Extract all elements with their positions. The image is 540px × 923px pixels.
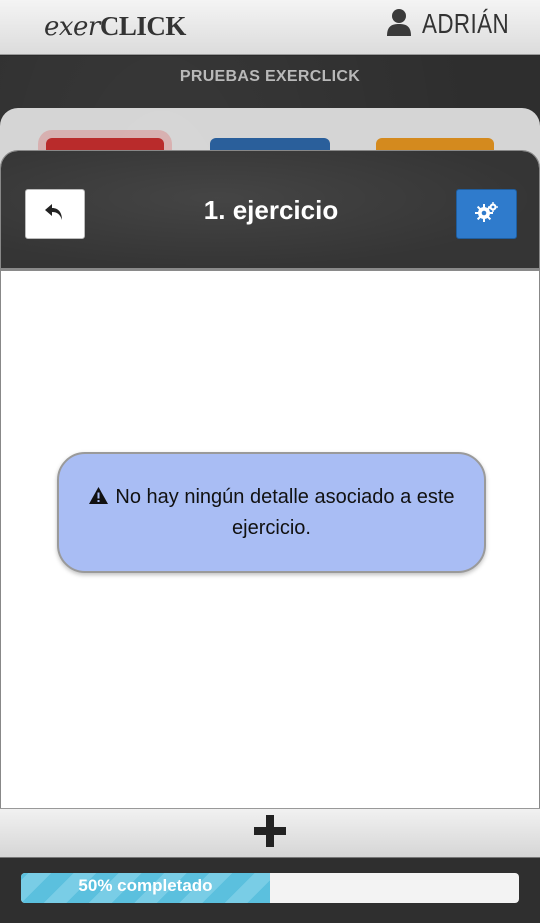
user-icon: [386, 8, 412, 40]
top-bar: exerCLICK ADRIÁN: [0, 0, 540, 55]
progress-bar: 50% completado: [21, 873, 519, 903]
exercise-panel: 1. ejercicio No hay ningún detalle asoci…: [0, 150, 540, 810]
page-subtitle: PRUEBAS EXERCLICK: [179, 68, 361, 85]
plus-icon: [253, 814, 287, 852]
user-name: ADRIÁN: [422, 8, 510, 39]
add-exercise-button[interactable]: [0, 808, 540, 858]
progress-area: 50% completado: [0, 859, 540, 923]
logo-part-1: exer: [44, 12, 100, 42]
warning-icon: [88, 485, 109, 514]
panel-header: 1. ejercicio: [1, 151, 539, 271]
progress-label: 50% completado: [78, 876, 213, 895]
gears-icon: [474, 201, 499, 227]
alert-message: No hay ningún detalle asociado a este ej…: [115, 485, 455, 539]
settings-button[interactable]: [456, 189, 517, 239]
no-details-alert: No hay ningún detalle asociado a este ej…: [57, 452, 486, 573]
user-menu[interactable]: ADRIÁN: [386, 8, 510, 40]
app-logo[interactable]: exerCLICK: [44, 11, 186, 42]
logo-part-2: CLICK: [99, 11, 187, 41]
